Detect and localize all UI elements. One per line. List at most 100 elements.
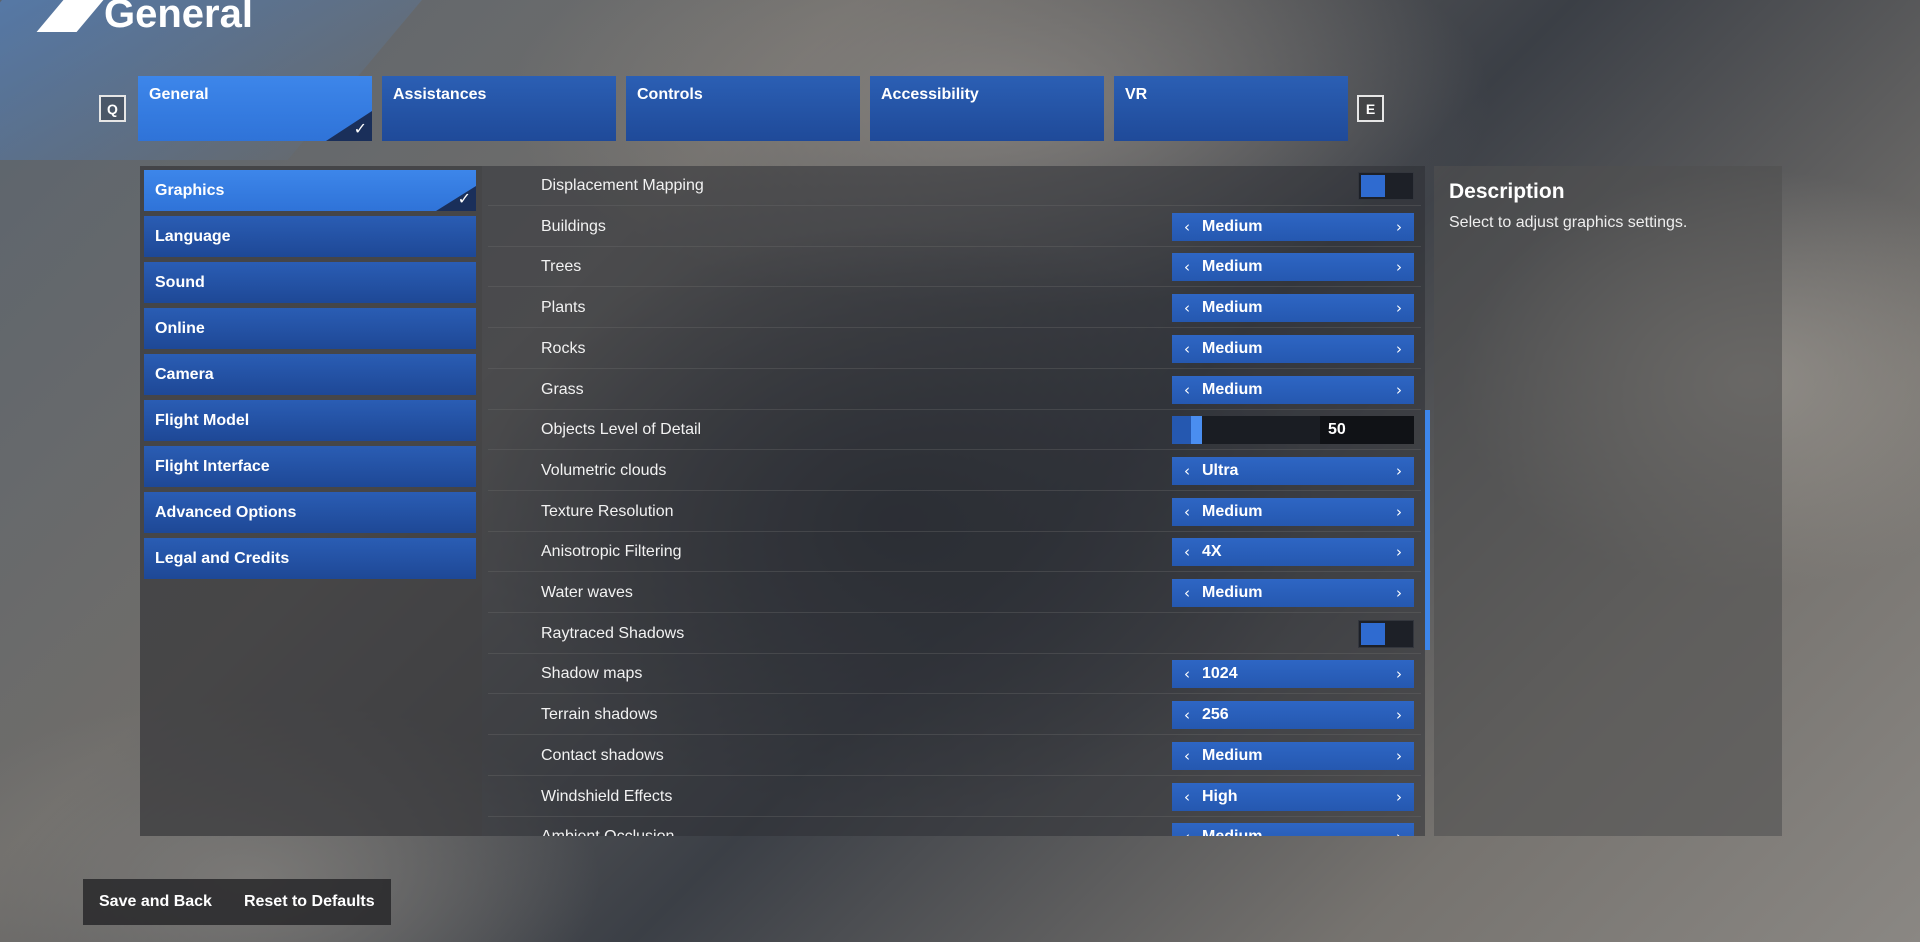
previous-tab-key-hint[interactable]: Q	[99, 95, 126, 122]
ambient-occlusion-selector[interactable]: ‹Medium ›	[1172, 823, 1414, 836]
sidebar-item-flight-model[interactable]: Flight Model	[144, 400, 476, 441]
setting-row-ambient-occlusion: Ambient Occlusion ‹Medium ›	[488, 817, 1421, 836]
description-text: Select to adjust graphics settings.	[1449, 214, 1688, 231]
setting-label: Displacement Mapping	[541, 177, 704, 194]
tab-general[interactable]: General ✓	[138, 76, 372, 141]
setting-row-buildings: Buildings ‹ Medium ›	[488, 207, 1421, 247]
tab-controls[interactable]: Controls	[626, 76, 860, 141]
chevron-right-icon[interactable]: ›	[1384, 747, 1414, 765]
raytraced-shadows-toggle[interactable]	[1358, 619, 1414, 648]
sidebar-item-label: Camera	[155, 365, 214, 383]
texture-resolution-selector[interactable]: ‹ Medium ›	[1172, 497, 1414, 526]
chevron-left-icon[interactable]: ‹	[1172, 299, 1202, 317]
setting-row-trees: Trees ‹ Medium ›	[488, 247, 1421, 288]
sidebar-item-language[interactable]: Language	[144, 216, 476, 257]
chevron-right-icon[interactable]: ›	[1384, 218, 1414, 236]
toggle-knob	[1361, 175, 1385, 197]
setting-label: Windshield Effects	[541, 787, 673, 805]
sidebar-item-legal-and-credits[interactable]: Legal and Credits	[144, 538, 476, 579]
buildings-selector[interactable]: ‹ Medium ›	[1172, 212, 1414, 241]
chevron-left-icon[interactable]: ‹	[1172, 828, 1202, 836]
setting-row-displacement-mapping: Displacement Mapping	[488, 166, 1421, 206]
terrain-shadows-selector[interactable]: ‹ 256 ›	[1172, 701, 1414, 730]
chevron-left-icon[interactable]: ‹	[1172, 381, 1202, 399]
selector-value: 4X	[1202, 543, 1222, 561]
category-sidebar: Graphics ✓ Language Sound Online Camera Flight…	[140, 166, 482, 836]
selector-value: Ultra	[1202, 461, 1239, 479]
tab-assistances[interactable]: Assistances	[382, 76, 616, 141]
tab-label: Accessibility	[881, 86, 979, 103]
setting-row-windshield-effects: Windshield Effects ‹ High ›	[488, 777, 1421, 817]
next-tab-key-hint[interactable]: E	[1357, 95, 1384, 122]
rocks-selector[interactable]: ‹ Medium ›	[1172, 334, 1414, 363]
windshield-effects-selector[interactable]: ‹ High ›	[1172, 782, 1414, 811]
chevron-left-icon[interactable]: ‹	[1172, 747, 1202, 765]
setting-row-texture-resolution: Texture Resolution ‹ Medium ›	[488, 492, 1421, 532]
setting-row-rocks: Rocks ‹ Medium ›	[488, 329, 1421, 369]
chevron-right-icon[interactable]: ›	[1384, 788, 1414, 806]
setting-label: Raytraced Shadows	[541, 624, 685, 642]
selector-value: Medium	[1202, 746, 1263, 764]
save-and-back-button[interactable]: Save and Back	[83, 879, 228, 925]
chevron-left-icon[interactable]: ‹	[1172, 218, 1202, 236]
setting-row-anisotropic-filtering: Anisotropic Filtering ‹ 4X ›	[488, 532, 1421, 573]
setting-row-volumetric-clouds: Volumetric clouds ‹ Ultra ›	[488, 451, 1421, 491]
water-waves-selector[interactable]: ‹ Medium ›	[1172, 579, 1414, 607]
chevron-right-icon[interactable]: ›	[1384, 706, 1414, 724]
chevron-left-icon[interactable]: ‹	[1172, 706, 1202, 724]
chevron-right-icon[interactable]: ›	[1384, 828, 1414, 836]
chevron-right-icon[interactable]: ›	[1384, 584, 1414, 602]
tab-vr[interactable]: VR	[1114, 76, 1348, 141]
chevron-right-icon[interactable]: ›	[1384, 299, 1414, 317]
chevron-right-icon[interactable]: ›	[1384, 543, 1414, 561]
chevron-left-icon[interactable]: ‹	[1172, 340, 1202, 358]
selector-value: 256	[1202, 706, 1229, 724]
tab-accessibility[interactable]: Accessibility	[870, 76, 1104, 141]
sidebar-item-advanced-options[interactable]: Advanced Options	[144, 492, 476, 533]
setting-label: Terrain shadows	[541, 706, 658, 724]
chevron-right-icon[interactable]: ›	[1384, 503, 1414, 521]
setting-row-shadow-maps: Shadow maps ‹ 1024 ›	[488, 654, 1421, 695]
chevron-left-icon[interactable]: ‹	[1172, 462, 1202, 480]
chevron-left-icon[interactable]: ‹	[1172, 665, 1202, 683]
sidebar-item-graphics[interactable]: Graphics ✓	[144, 170, 476, 211]
settings-list: Displacement Mapping Buildings ‹ Medium › Tre…	[482, 166, 1425, 836]
selector-value: Medium	[1202, 584, 1263, 601]
chevron-right-icon[interactable]: ›	[1384, 462, 1414, 480]
contact-shadows-selector[interactable]: ‹ Medium ›	[1172, 741, 1414, 770]
sidebar-item-flight-interface[interactable]: Flight Interface	[144, 446, 476, 487]
sidebar-item-online[interactable]: Online	[144, 308, 476, 349]
chevron-left-icon[interactable]: ‹	[1172, 788, 1202, 806]
grass-selector[interactable]: ‹ Medium ›	[1172, 375, 1414, 404]
setting-row-water-waves: Water waves ‹ Medium ›	[488, 573, 1421, 613]
chevron-right-icon[interactable]: ›	[1384, 340, 1414, 358]
setting-label: Anisotropic Filtering	[541, 543, 682, 561]
volumetric-clouds-selector[interactable]: ‹ Ultra ›	[1172, 456, 1414, 485]
chevron-right-icon[interactable]: ›	[1384, 665, 1414, 683]
tab-label: VR	[1125, 86, 1148, 103]
checkmark-icon: ✓	[353, 121, 367, 138]
chevron-right-icon[interactable]: ›	[1384, 381, 1414, 399]
chevron-left-icon[interactable]: ‹	[1172, 503, 1202, 521]
trees-selector[interactable]: ‹ Medium ›	[1172, 253, 1414, 282]
sidebar-item-sound[interactable]: Sound	[144, 262, 476, 303]
reset-to-defaults-button[interactable]: Reset to Defaults	[228, 879, 391, 925]
plants-selector[interactable]: ‹ Medium ›	[1172, 294, 1414, 323]
chevron-left-icon[interactable]: ‹	[1172, 584, 1202, 602]
setting-label: Volumetric clouds	[541, 461, 667, 479]
shadow-maps-selector[interactable]: ‹ 1024 ›	[1172, 660, 1414, 689]
anisotropic-filtering-selector[interactable]: ‹ 4X ›	[1172, 538, 1414, 567]
sidebar-item-label: Flight Interface	[155, 457, 270, 475]
chevron-left-icon[interactable]: ‹	[1172, 258, 1202, 276]
chevron-right-icon[interactable]: ›	[1384, 258, 1414, 276]
chevron-left-icon[interactable]: ‹	[1172, 543, 1202, 561]
displacement-mapping-toggle[interactable]	[1358, 172, 1414, 200]
objects-level-of-detail-slider[interactable]: 50	[1172, 416, 1414, 445]
setting-row-terrain-shadows: Terrain shadows ‹ 256 ›	[488, 695, 1421, 736]
settings-scrollbar[interactable]	[1425, 410, 1430, 650]
sidebar-item-camera[interactable]: Camera	[144, 354, 476, 395]
sidebar-item-label: Sound	[155, 273, 205, 291]
setting-row-contact-shadows: Contact shadows ‹ Medium ›	[488, 736, 1421, 776]
slider-thumb[interactable]	[1191, 416, 1202, 445]
selector-value: Medium	[1202, 380, 1263, 398]
